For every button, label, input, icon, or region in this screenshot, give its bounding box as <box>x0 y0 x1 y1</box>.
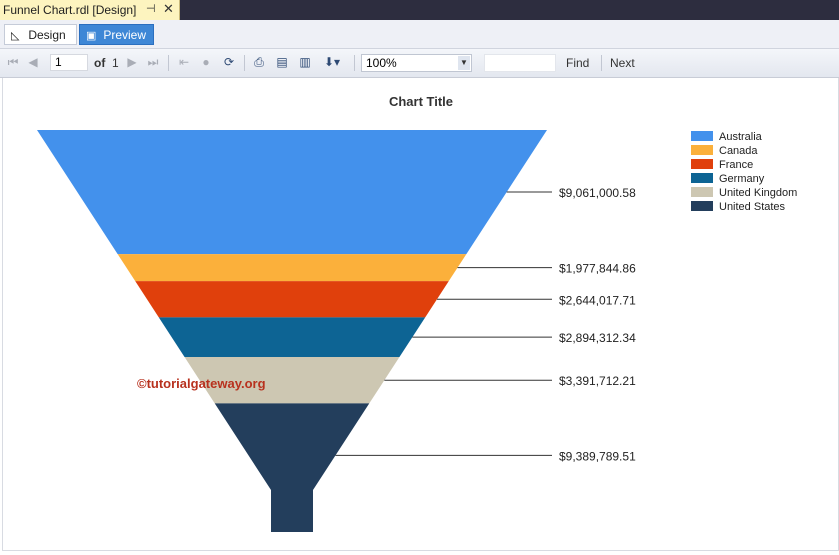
legend-swatch <box>691 201 713 211</box>
legend-swatch <box>691 159 713 169</box>
legend-swatch <box>691 173 713 183</box>
print-icon[interactable]: ⎙ <box>251 54 267 70</box>
back-icon[interactable]: ⇤ <box>176 54 192 70</box>
report-toolbar: ⏮ ◀ 1 of 1 ▶ ⏭ ⇤ ● ⟳ ⎙ ▤ ▥ ⬇▾ 100% ▼ Fin… <box>0 49 839 78</box>
last-page-icon[interactable]: ⏭ <box>145 54 161 70</box>
of-label: of <box>94 56 106 70</box>
data-label: $2,644,017.71 <box>559 293 636 307</box>
legend-label: Canada <box>719 145 758 157</box>
print-layout-icon[interactable]: ▤ <box>274 54 290 70</box>
legend-label: Germany <box>719 173 765 185</box>
next-page-icon[interactable]: ▶ <box>124 54 140 70</box>
document-tab-bar: Funnel Chart.rdl [Design] ⊣ ✕ <box>0 0 839 20</box>
find-input[interactable] <box>484 54 556 72</box>
legend-swatch <box>691 145 713 155</box>
funnel-segment-germany <box>158 317 426 357</box>
data-label: $2,894,312.34 <box>559 331 636 345</box>
funnel-segment-canada <box>117 254 467 282</box>
legend-label: Australia <box>719 131 763 143</box>
legend-label: United States <box>719 201 786 213</box>
toolbar-separator <box>354 55 355 71</box>
tab-preview[interactable]: ▣ Preview <box>79 24 154 45</box>
next-link[interactable]: Next <box>610 56 635 70</box>
legend-label: United Kingdom <box>719 187 797 199</box>
funnel-segment-united-states <box>214 403 370 532</box>
data-label: $9,061,000.58 <box>559 186 636 200</box>
data-label: $3,391,712.21 <box>559 374 636 388</box>
close-icon[interactable]: ✕ <box>163 1 174 17</box>
total-pages: 1 <box>112 56 119 70</box>
toolbar-separator <box>168 55 169 71</box>
mode-tab-bar: ◺ Design ▣ Preview <box>0 20 839 49</box>
toolbar-separator <box>244 55 245 71</box>
funnel-chart: Chart Title $9,061,000.58 $1,977,844.86 $2… <box>37 94 797 532</box>
watermark-text: ©tutorialgateway.org <box>137 376 266 391</box>
tab-preview-label: Preview <box>103 28 147 42</box>
stop-icon[interactable]: ● <box>198 54 214 70</box>
tab-design-label: Design <box>28 28 66 42</box>
preview-icon: ▣ <box>86 30 97 42</box>
document-tab[interactable]: Funnel Chart.rdl [Design] ⊣ ✕ <box>0 0 180 20</box>
first-page-icon[interactable]: ⏮ <box>5 54 21 70</box>
document-tab-title: Funnel Chart.rdl [Design] <box>3 3 137 17</box>
chart-title: Chart Title <box>389 94 453 109</box>
page-number-input[interactable]: 1 <box>50 54 88 71</box>
zoom-value: 100% <box>366 56 397 70</box>
tab-design[interactable]: ◺ Design <box>4 24 77 45</box>
data-label: $1,977,844.86 <box>559 262 636 276</box>
report-canvas: Chart Title $9,061,000.58 $1,977,844.86 $2… <box>2 78 839 551</box>
refresh-icon[interactable]: ⟳ <box>221 54 237 70</box>
legend-swatch <box>691 131 713 141</box>
export-icon[interactable]: ⬇▾ <box>320 54 344 70</box>
previous-page-icon[interactable]: ◀ <box>25 54 41 70</box>
legend: Australia Canada France Germany United Kingd… <box>691 131 797 213</box>
toolbar-separator <box>601 55 602 71</box>
legend-swatch <box>691 187 713 197</box>
find-link[interactable]: Find <box>566 56 589 70</box>
page-setup-icon[interactable]: ▥ <box>297 54 313 70</box>
pin-icon[interactable]: ⊣ <box>146 2 156 15</box>
zoom-select[interactable]: 100% ▼ <box>361 54 472 72</box>
data-label: $9,389,789.51 <box>559 449 636 463</box>
funnel-segments <box>37 130 547 532</box>
chevron-down-icon[interactable]: ▼ <box>458 56 470 70</box>
funnel-segment-france <box>135 281 449 318</box>
legend-label: France <box>719 159 753 171</box>
design-icon: ◺ <box>11 30 20 42</box>
funnel-segment-australia <box>37 130 547 255</box>
